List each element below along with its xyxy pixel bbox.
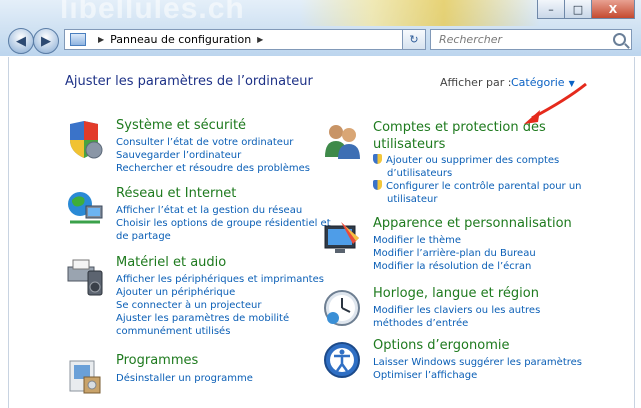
link-add-remove-accounts[interactable]: Ajouter ou supprimer des comptes [373, 154, 582, 167]
breadcrumb-control-panel[interactable]: Panneau de configuration [110, 33, 251, 46]
control-panel-icon [70, 33, 86, 46]
refresh-icon: ↻ [409, 33, 419, 46]
link-devices-printers[interactable]: Afficher les périphériques et imprimante… [116, 273, 324, 286]
category-title-programs[interactable]: Programmes [116, 353, 198, 368]
link-desktop-background[interactable]: Modifier l’arrière-plan du Bureau [373, 247, 536, 260]
window-chrome: libellules.ch – □ X ◀ ▶ ▶ Panneau de con… [0, 0, 641, 56]
link-optimize-display[interactable]: Optimiser l’affichage [373, 369, 582, 382]
link-parental-controls-cont[interactable]: utilisateur [373, 193, 582, 206]
search-input[interactable]: Rechercher [431, 33, 502, 46]
uac-shield-icon [373, 154, 382, 164]
link-windows-suggest[interactable]: Laisser Windows suggérer les paramètres [373, 356, 582, 369]
category-links: Modifier les claviers ou les autres méth… [373, 304, 540, 330]
link-screen-resolution[interactable]: Modifier la résolution de l’écran [373, 260, 536, 273]
search-icon[interactable] [613, 33, 626, 46]
link-mobility-settings[interactable]: Ajuster les paramètres de mobilité [116, 312, 324, 325]
category-title-network-internet[interactable]: Réseau et Internet [116, 186, 236, 201]
users-icon [325, 125, 360, 159]
search-box[interactable]: Rechercher [430, 29, 632, 50]
window-controls: – □ X [537, 0, 635, 19]
breadcrumb-separator-icon: ▶ [98, 35, 105, 44]
address-bar[interactable]: ▶ Panneau de configuration ▶ ▼ [64, 29, 424, 50]
view-by-label: Afficher par : [440, 76, 512, 89]
link-mobility-settings-cont[interactable]: communément utilisés [116, 325, 324, 338]
clock-globe-icon [324, 290, 360, 326]
category-title-line[interactable]: utilisateurs [373, 136, 546, 153]
link-uninstall-program[interactable]: Désinstaller un programme [116, 372, 253, 385]
category-links: Désinstaller un programme [116, 372, 253, 385]
logo-banner [300, 0, 540, 26]
link-parental-controls[interactable]: Configurer le contrôle parental pour un [373, 180, 582, 193]
category-title-ease-of-access[interactable]: Options d’ergonomie [373, 338, 509, 353]
link-homegroup-options-cont[interactable]: de partage [116, 230, 331, 243]
category-links: Ajouter ou supprimer des comptes d’utili… [373, 154, 582, 206]
link-network-status[interactable]: Afficher l’état et la gestion du réseau [116, 204, 331, 217]
forward-arrow-icon: ▶ [41, 33, 51, 49]
back-button[interactable]: ◀ [8, 28, 34, 54]
link-add-device[interactable]: Ajouter un périphérique [116, 286, 324, 299]
uac-shield-icon [373, 180, 382, 190]
link-check-status[interactable]: Consulter l’état de votre ordinateur [116, 136, 310, 149]
annotation-arrow-icon [524, 82, 587, 124]
link-troubleshoot[interactable]: Rechercher et résoudre des problèmes [116, 162, 310, 175]
link-change-keyboards-cont[interactable]: méthodes d’entrée [373, 317, 540, 330]
link-homegroup-options[interactable]: Choisir les options de groupe résidentie… [116, 217, 331, 230]
appearance-monitor-icon [324, 222, 359, 253]
category-title-system-security[interactable]: Système et sécurité [116, 118, 246, 133]
close-button[interactable]: X [591, 0, 635, 19]
network-globe-icon [68, 192, 103, 224]
category-title-appearance[interactable]: Apparence et personnalisation [373, 216, 572, 231]
category-links: Modifier le thème Modifier l’arrière-pla… [373, 234, 536, 273]
category-title-hardware-sound[interactable]: Matériel et audio [116, 255, 226, 270]
back-arrow-icon: ◀ [16, 33, 26, 49]
link-change-theme[interactable]: Modifier le thème [373, 234, 536, 247]
breadcrumb-separator-icon[interactable]: ▶ [257, 35, 263, 44]
link-add-remove-accounts-cont[interactable]: d’utilisateurs [373, 167, 582, 180]
link-backup[interactable]: Sauvegarder l’ordinateur [116, 149, 310, 162]
minimize-button[interactable]: – [537, 0, 565, 19]
category-links: Laisser Windows suggérer les paramètres … [373, 356, 582, 382]
category-links: Afficher l’état et la gestion du réseau … [116, 204, 331, 243]
link-connect-projector[interactable]: Se connecter à un projecteur [116, 299, 324, 312]
ease-of-access-icon [324, 342, 360, 378]
forward-button[interactable]: ▶ [33, 28, 59, 54]
page-title: Ajuster les paramètres de l’ordinateur [65, 74, 313, 89]
refresh-button[interactable]: ↻ [402, 29, 426, 50]
maximize-button[interactable]: □ [564, 0, 592, 19]
printer-speaker-icon [67, 259, 103, 296]
category-links: Afficher les périphériques et imprimante… [116, 273, 324, 338]
category-title-clock-language[interactable]: Horloge, langue et région [373, 286, 539, 301]
programs-box-icon [69, 360, 101, 394]
shield-computer-icon [70, 121, 103, 159]
category-links: Consulter l’état de votre ordinateur Sau… [116, 136, 310, 175]
link-change-keyboards[interactable]: Modifier les claviers ou les autres [373, 304, 540, 317]
